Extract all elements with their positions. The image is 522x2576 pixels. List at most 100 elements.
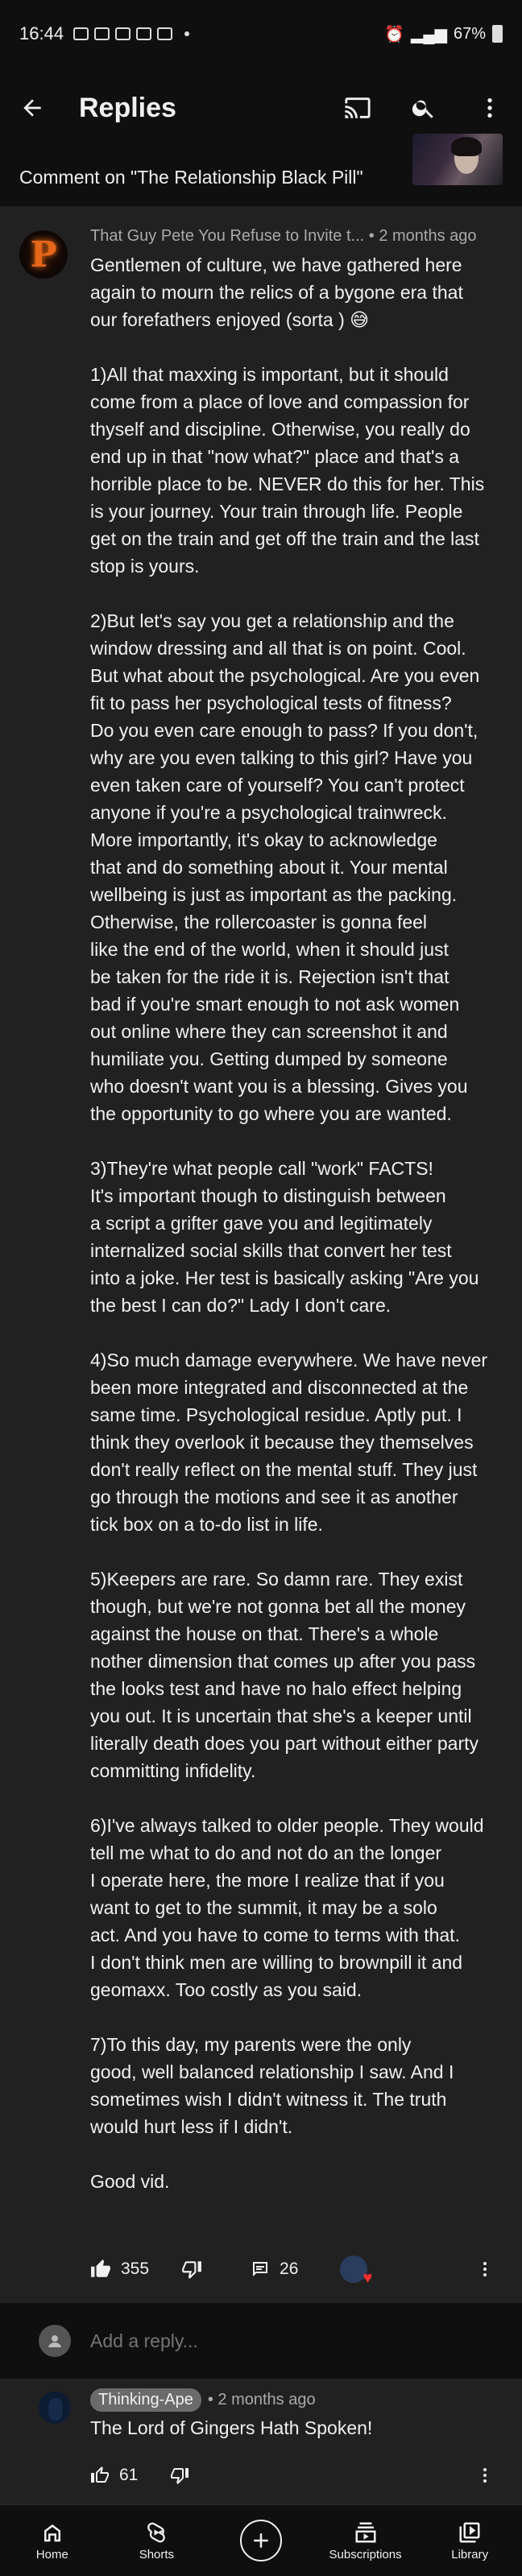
comment-line: sometimes wish I didn't witness it. The … [90, 2089, 447, 2110]
notification-icons [73, 27, 196, 40]
comment-author[interactable]: That Guy Pete You Refuse to Invite t... [90, 227, 364, 245]
comment-line: don't really reflect on the mental stuff… [90, 1459, 478, 1480]
comment-line: nother dimension that comes up after you… [90, 1651, 476, 1672]
thumbnail-hair [451, 137, 482, 156]
comment-line: would hurt less if I didn't. [90, 2116, 293, 2137]
comment-line: 7)To this day, my parents were the only [90, 2034, 412, 2055]
comment-time: • 2 months ago [368, 227, 477, 245]
comment-line: 1)All that maxxing is important, but it … [90, 364, 449, 385]
comment-line: even taken care of yourself? You can't p… [90, 775, 465, 796]
search-button[interactable] [406, 90, 441, 126]
reply-like-button[interactable]: 61 [90, 2466, 138, 2485]
dislike-button[interactable] [181, 2259, 202, 2280]
comment-actions: 355 26 ♥ [90, 2251, 503, 2287]
comment-line: same time. Psychological residue. Aptly … [90, 1404, 462, 1425]
comment-line: against the house on that. There's a who… [90, 1623, 439, 1644]
comment-line: I operate here, the more I realize that … [90, 1870, 445, 1891]
cast-button[interactable] [340, 90, 375, 126]
search-icon [412, 100, 433, 118]
thumbs-down-icon [182, 2261, 201, 2279]
youtube-notification-icon [73, 27, 89, 40]
nav-subscriptions[interactable]: Subscriptions [313, 2505, 418, 2576]
comment-line: stop is yours. [90, 556, 200, 577]
video-thumbnail[interactable] [412, 134, 503, 185]
reply-more-button[interactable] [467, 2458, 503, 2493]
comment-line: thyself and discipline. Otherwise, you r… [90, 419, 470, 440]
comment-line: get on the train and get off the train a… [90, 528, 479, 549]
comment-paragraph: Good vid. [90, 2168, 501, 2195]
nav-home[interactable]: Home [0, 2505, 105, 2576]
main-comment: P That Guy Pete You Refuse to Invite t..… [0, 206, 522, 2303]
comment-line: Gentlemen of culture, we have gathered h… [90, 254, 462, 275]
thumbs-up-icon [91, 2466, 109, 2483]
more-vert-icon [483, 2262, 487, 2276]
heart-icon: ♥ [362, 2269, 373, 2287]
comment-line: But what about the psychological. Are yo… [90, 665, 480, 686]
comment-line: a script a grifter gave you and legitima… [90, 1213, 433, 1234]
comment-line: More importantly, it's okay to acknowled… [90, 829, 437, 850]
comment-paragraph: 1)All that maxxing is important, but it … [90, 361, 501, 580]
comment-line: out online where they can screenshot it … [90, 1021, 448, 1042]
comment-line: literally death does you part without ei… [90, 1733, 478, 1754]
comment-line: Good vid. [90, 2171, 170, 2192]
reply-time: • 2 months ago [207, 2391, 316, 2409]
subscriptions-icon [355, 2522, 376, 2542]
comment-line: committing infidelity. [90, 1760, 256, 1781]
commenter-avatar[interactable]: P [19, 230, 68, 279]
comment-body: Gentlemen of culture, we have gathered h… [90, 251, 501, 2222]
reply-author-handle[interactable]: Thinking-Ape [90, 2388, 201, 2412]
comment-line: go through the motions and see it as ano… [90, 1486, 458, 1507]
comment-line: come from a place of love and compassion… [90, 391, 470, 412]
comment-line: tick box on a to-do list in life. [90, 1514, 323, 1535]
comment-line: who doesn't want you is a blessing. Give… [90, 1076, 468, 1097]
status-time: 16:44 [19, 23, 64, 43]
comment-icon [253, 2262, 268, 2276]
nav-label: Home [35, 2547, 68, 2562]
comment-line: humiliate you. Getting dumped by someone [90, 1048, 448, 1069]
comment-more-button[interactable] [467, 2251, 503, 2287]
home-icon [44, 2524, 60, 2541]
avatar-figure [48, 2398, 63, 2421]
like-button[interactable]: 355 [90, 2259, 149, 2280]
comment-line: good, well balanced relationship I saw. … [90, 2061, 454, 2082]
comment-meta: That Guy Pete You Refuse to Invite t... … [90, 227, 477, 246]
comment-line: you out. It is uncertain that she's a ke… [90, 1706, 472, 1726]
youtube-notification-icon [157, 27, 173, 40]
reply-dislike-button[interactable] [170, 2466, 189, 2485]
youtube-notification-icon [94, 27, 110, 40]
nav-label: Shorts [139, 2547, 175, 2562]
back-button[interactable] [14, 90, 50, 126]
comment-line: 2)But let's say you get a relationship a… [90, 610, 454, 631]
bottom-navigation: Home Shorts Subscriptions Library [0, 2504, 522, 2576]
comment-paragraph: 2)But let's say you get a relationship a… [90, 607, 501, 1127]
nav-label: Subscriptions [329, 2547, 402, 2562]
nav-library[interactable]: Library [417, 2505, 522, 2576]
signal-icon: ▂▄▆ [411, 25, 447, 43]
comment-line: though, but we're not gonna bet all the … [90, 1596, 466, 1617]
comment-line: 5)Keepers are rare. So damn rare. They e… [90, 1569, 463, 1590]
comment-line: Otherwise, the rollercoaster is gonna fe… [90, 912, 428, 932]
nav-create[interactable] [209, 2505, 313, 2576]
comment-line: want to get to the summit, it may be a s… [90, 1897, 437, 1918]
youtube-notification-icon [115, 27, 131, 40]
comment-line: think they overlook it because they them… [90, 1432, 474, 1453]
reply-author-avatar[interactable] [39, 2392, 71, 2424]
comment-paragraph: 6)I've always talked to older people. Th… [90, 1812, 501, 2003]
comment-line: fit to pass her psychological tests of f… [90, 693, 452, 713]
comment-line: Do you even care enough to pass? If you … [90, 720, 478, 741]
battery-icon [492, 25, 503, 43]
add-reply-input[interactable] [90, 2330, 329, 2352]
nav-shorts[interactable]: Shorts [105, 2505, 209, 2576]
like-count: 355 [121, 2260, 150, 2278]
overflow-menu-button[interactable] [472, 90, 508, 126]
reply-count-button[interactable]: 26 [251, 2260, 298, 2279]
comment-line: geomaxx. Too costly as you said. [90, 1979, 362, 2000]
comment-paragraph: 5)Keepers are rare. So damn rare. They e… [90, 1565, 501, 1784]
comment-line: internalized social skills that convert … [90, 1240, 452, 1261]
comment-paragraph: 7)To this day, my parents were the only g… [90, 2031, 501, 2140]
more-vert-icon [487, 98, 492, 118]
comment-line: been more integrated and disconnected at… [90, 1377, 469, 1398]
comment-line: the looks test and have no halo effect h… [90, 1678, 462, 1699]
reply-text: The Lord of Gingers Hath Spoken! [90, 2417, 373, 2438]
comment-line: again to mourn the relics of a bygone er… [90, 282, 463, 303]
